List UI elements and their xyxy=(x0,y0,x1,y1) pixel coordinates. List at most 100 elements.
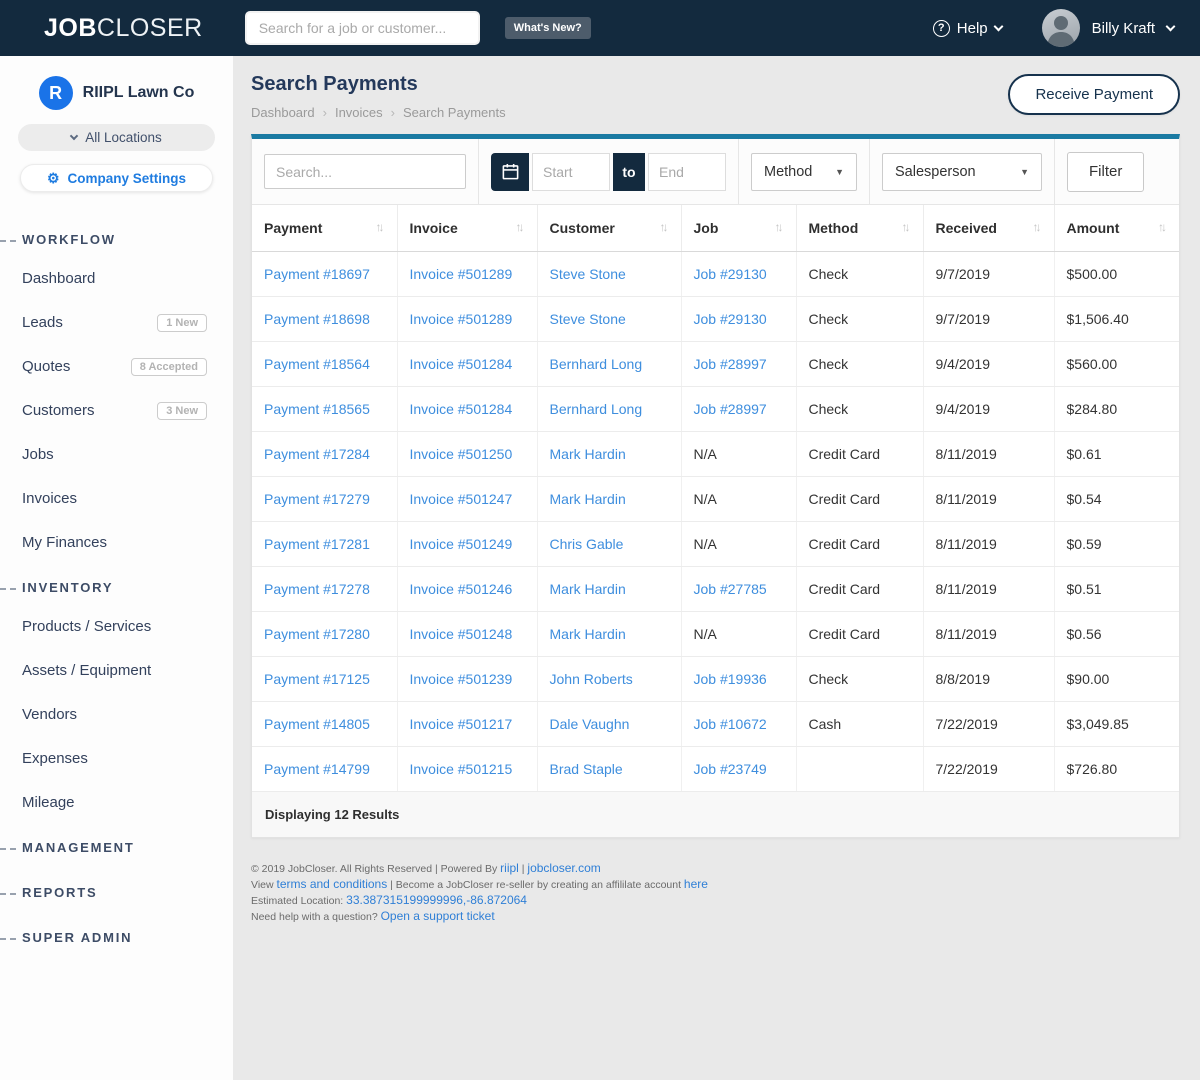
job-link[interactable]: Job #10672 xyxy=(694,716,767,732)
global-search-input[interactable] xyxy=(245,11,480,45)
payment-link[interactable]: Payment #17280 xyxy=(264,626,370,642)
sidebar-item-my-finances[interactable]: My Finances xyxy=(0,523,233,562)
table-row: Payment #17284 Invoice #501250 Mark Hardin… xyxy=(252,432,1179,477)
sidebar-item-products-services[interactable]: Products / Services xyxy=(0,607,233,646)
sidebar-item-quotes[interactable]: Quotes8 Accepted xyxy=(0,347,233,386)
start-date-input[interactable] xyxy=(532,153,610,191)
customer-link[interactable]: Mark Hardin xyxy=(550,581,626,597)
sidebar-item-leads[interactable]: Leads1 New xyxy=(0,303,233,342)
column-header-customer[interactable]: ↑↓Customer xyxy=(537,205,681,252)
payment-link[interactable]: Payment #17125 xyxy=(264,671,370,687)
invoice-link[interactable]: Invoice #501289 xyxy=(410,266,513,282)
salesperson-select[interactable]: Salesperson ▼ xyxy=(882,153,1042,191)
settings-label: Company Settings xyxy=(68,171,187,186)
sidebar-section-workflow[interactable]: WORKFLOW xyxy=(0,220,233,259)
column-header-job[interactable]: ↑↓Job xyxy=(681,205,796,252)
sidebar-section-reports[interactable]: REPORTS xyxy=(0,873,233,912)
job-link[interactable]: Job #28997 xyxy=(694,356,767,372)
invoice-link[interactable]: Invoice #501239 xyxy=(410,671,513,687)
user-menu[interactable]: Billy Kraft xyxy=(1042,9,1174,47)
cell-received: 8/11/2019 xyxy=(923,612,1054,657)
cell-customer: Mark Hardin xyxy=(537,432,681,477)
locations-dropdown[interactable]: All Locations xyxy=(18,124,215,151)
invoice-link[interactable]: Invoice #501248 xyxy=(410,626,513,642)
customer-link[interactable]: Steve Stone xyxy=(550,311,626,327)
invoice-link[interactable]: Invoice #501284 xyxy=(410,356,513,372)
table-row: Payment #18565 Invoice #501284 Bernhard Lo… xyxy=(252,387,1179,432)
footer-link[interactable]: terms and conditions xyxy=(277,877,388,891)
customer-link[interactable]: Mark Hardin xyxy=(550,446,626,462)
sidebar-item-vendors[interactable]: Vendors xyxy=(0,695,233,734)
company-settings-button[interactable]: ⚙ Company Settings xyxy=(20,164,213,192)
job-link[interactable]: Job #28997 xyxy=(694,401,767,417)
filter-button[interactable]: Filter xyxy=(1067,152,1144,192)
results-count: Displaying 12 Results xyxy=(252,792,1179,837)
footer-link[interactable]: jobcloser.com xyxy=(527,861,600,875)
invoice-link[interactable]: Invoice #501217 xyxy=(410,716,513,732)
cell-received: 9/4/2019 xyxy=(923,342,1054,387)
customer-link[interactable]: Chris Gable xyxy=(550,536,624,552)
customer-link[interactable]: Brad Staple xyxy=(550,761,623,777)
customer-link[interactable]: Bernhard Long xyxy=(550,401,643,417)
sidebar-item-dashboard[interactable]: Dashboard xyxy=(0,259,233,298)
job-link[interactable]: Job #19936 xyxy=(694,671,767,687)
payment-link[interactable]: Payment #18565 xyxy=(264,401,370,417)
invoice-link[interactable]: Invoice #501250 xyxy=(410,446,513,462)
invoice-link[interactable]: Invoice #501247 xyxy=(410,491,513,507)
method-select[interactable]: Method ▼ xyxy=(751,153,857,191)
whats-new-button[interactable]: What's New? xyxy=(505,17,591,39)
sidebar-item-customers[interactable]: Customers3 New xyxy=(0,391,233,430)
receive-payment-button[interactable]: Receive Payment xyxy=(1008,74,1180,115)
invoice-link[interactable]: Invoice #501246 xyxy=(410,581,513,597)
sidebar-item-assets-equipment[interactable]: Assets / Equipment xyxy=(0,651,233,690)
end-date-input[interactable] xyxy=(648,153,726,191)
customer-link[interactable]: Dale Vaughn xyxy=(550,716,630,732)
customer-link[interactable]: John Roberts xyxy=(550,671,633,687)
footer-link[interactable]: here xyxy=(684,877,708,891)
breadcrumb-item-invoices[interactable]: Invoices xyxy=(335,105,383,120)
job-link[interactable]: Job #29130 xyxy=(694,266,767,282)
count-badge: 1 New xyxy=(157,314,207,332)
invoice-link[interactable]: Invoice #501249 xyxy=(410,536,513,552)
footer-link[interactable]: Open a support ticket xyxy=(381,909,495,923)
sidebar-item-jobs[interactable]: Jobs xyxy=(0,435,233,474)
payment-link[interactable]: Payment #14799 xyxy=(264,761,370,777)
customer-link[interactable]: Mark Hardin xyxy=(550,626,626,642)
footer-link[interactable]: 33.387315199999996,-86.872064 xyxy=(346,893,527,907)
customer-link[interactable]: Bernhard Long xyxy=(550,356,643,372)
help-menu[interactable]: ? Help xyxy=(933,20,1002,37)
payment-link[interactable]: Payment #14805 xyxy=(264,716,370,732)
sidebar-item-invoices[interactable]: Invoices xyxy=(0,479,233,518)
payment-link[interactable]: Payment #17278 xyxy=(264,581,370,597)
sidebar-item-mileage[interactable]: Mileage xyxy=(0,783,233,822)
job-link[interactable]: Job #23749 xyxy=(694,761,767,777)
payments-search-input[interactable] xyxy=(264,154,466,189)
date-range-to-label: to xyxy=(613,153,645,191)
customer-link[interactable]: Mark Hardin xyxy=(550,491,626,507)
sidebar-section-super-admin[interactable]: SUPER ADMIN xyxy=(0,918,233,957)
breadcrumb-item-dashboard[interactable]: Dashboard xyxy=(251,105,315,120)
payment-link[interactable]: Payment #18564 xyxy=(264,356,370,372)
sidebar-section-management[interactable]: MANAGEMENT xyxy=(0,828,233,867)
payment-link[interactable]: Payment #17284 xyxy=(264,446,370,462)
sidebar-item-expenses[interactable]: Expenses xyxy=(0,739,233,778)
column-header-amount[interactable]: ↑↓Amount xyxy=(1054,205,1179,252)
column-header-invoice[interactable]: ↑↓Invoice xyxy=(397,205,537,252)
column-header-method[interactable]: ↑↓Method xyxy=(796,205,923,252)
invoice-link[interactable]: Invoice #501284 xyxy=(410,401,513,417)
column-header-payment[interactable]: ↑↓Payment xyxy=(252,205,397,252)
invoice-link[interactable]: Invoice #501289 xyxy=(410,311,513,327)
column-header-received[interactable]: ↑↓Received xyxy=(923,205,1054,252)
payment-link[interactable]: Payment #17279 xyxy=(264,491,370,507)
invoice-link[interactable]: Invoice #501215 xyxy=(410,761,513,777)
job-link[interactable]: Job #29130 xyxy=(694,311,767,327)
customer-link[interactable]: Steve Stone xyxy=(550,266,626,282)
sidebar-section-inventory[interactable]: INVENTORY xyxy=(0,568,233,607)
user-name: Billy Kraft xyxy=(1092,20,1155,37)
payment-link[interactable]: Payment #18697 xyxy=(264,266,370,282)
job-link[interactable]: Job #27785 xyxy=(694,581,767,597)
footer-link[interactable]: riipl xyxy=(500,861,519,875)
payment-link[interactable]: Payment #18698 xyxy=(264,311,370,327)
payment-link[interactable]: Payment #17281 xyxy=(264,536,370,552)
calendar-icon[interactable] xyxy=(491,153,529,191)
